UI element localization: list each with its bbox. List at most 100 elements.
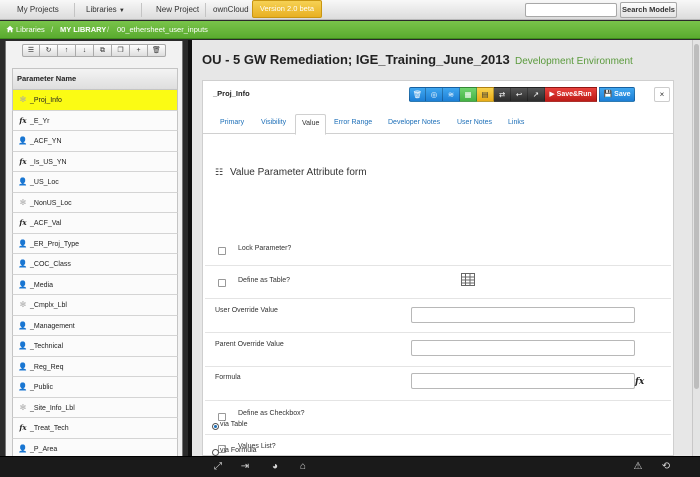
breadcrumb-separator: / — [51, 25, 54, 34]
list-item[interactable]: ✻ _NonUS_Loc — [12, 192, 178, 213]
list-item-label: _Site_Info_Lbl — [30, 404, 75, 412]
panel-title: _Proj_Info — [213, 89, 250, 98]
page-scrollbar[interactable] — [692, 40, 700, 456]
list-item[interactable]: 👤 _Public — [12, 377, 178, 398]
tab-visibility[interactable]: Visibility — [261, 114, 286, 134]
formula-editor-icon[interactable]: fx — [635, 377, 644, 387]
nav-my-projects[interactable]: My Projects — [17, 0, 59, 20]
tab-primary[interactable]: Primary — [220, 114, 244, 134]
home-icon[interactable] — [6, 21, 14, 39]
list-item-label: _ACF_YN — [30, 138, 62, 145]
trash-icon[interactable]: 🗑 — [409, 87, 426, 102]
nav-new-project[interactable]: New Project — [156, 0, 199, 20]
list-item[interactable]: 👤 _Technical — [12, 336, 178, 357]
parameter-name-header[interactable]: Parameter Name — [12, 68, 178, 90]
user-icon: 👤 — [18, 238, 28, 248]
list-item[interactable]: 👤 _Media — [12, 274, 178, 295]
table-editor-icon[interactable] — [461, 273, 475, 288]
undo-icon[interactable]: ↩ — [511, 87, 528, 102]
gear-icon: ✻ — [19, 402, 27, 412]
list-icon[interactable]: ☰ — [22, 44, 40, 57]
search-models-input[interactable] — [525, 3, 617, 17]
copy-icon[interactable]: ⧉ — [94, 44, 112, 57]
page-title: OU - 5 GW Remediation; IGE_Training_June… — [202, 52, 510, 67]
save-button[interactable]: 💾 Save — [599, 87, 635, 102]
parameter-form-panel: _Proj_Info 🗑 ◎ ≋ ▦ ▤ ⇄ ↩ ↗ ▶ Save&Run 💾 … — [202, 80, 674, 456]
list-item[interactable]: 👤 _ACF_YN — [12, 131, 178, 152]
list-item-label: _ACF_Val — [30, 220, 62, 227]
parameter-sidebar: ☰ ↻ ↑ ↓ ⧉ ❐ + 🗑 Parameter Name ✻ _Proj_In… — [0, 40, 188, 456]
action-toolbar: 🗑 ◎ ≋ ▦ ▤ ⇄ ↩ ↗ ▶ Save&Run 💾 Save — [409, 87, 635, 102]
formula-icon: fx — [19, 115, 27, 125]
table-icon[interactable]: ▦ — [460, 87, 477, 102]
warning-icon[interactable]: ⚠ — [629, 459, 647, 475]
parent-override-row: Parent Override Value — [205, 333, 671, 367]
refresh-icon[interactable]: ↻ — [40, 44, 58, 57]
save-and-run-button[interactable]: ▶ Save&Run — [545, 87, 597, 102]
list-item[interactable]: ✻ _Proj_Info — [12, 90, 178, 111]
breadcrumb: Libraries / MY LIBRARY / 00_ethersheet_u… — [0, 21, 700, 39]
list-item-label: _Management — [30, 322, 75, 330]
play-icon: ▶ — [549, 91, 555, 98]
list-item[interactable]: fx _Treat_Tech — [12, 418, 178, 439]
close-button[interactable]: × — [654, 87, 670, 102]
list-item-label: _Cmplx_Lbl — [30, 302, 67, 309]
breadcrumb-libraries[interactable]: Libraries — [16, 21, 45, 39]
top-navbar: My Projects Libraries ▼ New Project ownC… — [0, 0, 700, 20]
user-override-input[interactable] — [411, 307, 635, 323]
add-icon[interactable]: + — [130, 44, 148, 57]
list-item[interactable]: ✻ _Cmplx_Lbl — [12, 295, 178, 316]
grid-icon[interactable]: ▤ — [477, 87, 494, 102]
breadcrumb-my-library[interactable]: MY LIBRARY — [60, 21, 106, 39]
list-item[interactable]: 👤 _US_Loc — [12, 172, 178, 193]
via-table-radio[interactable] — [212, 423, 219, 430]
tab-user-notes[interactable]: User Notes — [457, 114, 492, 134]
scrollbar-thumb[interactable] — [694, 44, 699, 389]
list-item[interactable]: 👤 _P_Area — [12, 438, 178, 456]
nav-owncloud[interactable]: ownCloud — [213, 0, 249, 20]
define-checkbox-checkbox[interactable] — [218, 413, 226, 421]
parameter-panel: ☰ ↻ ↑ ↓ ⧉ ❐ + 🗑 Parameter Name ✻ _Proj_In… — [5, 41, 183, 456]
via-formula-label: via Formula — [220, 447, 257, 454]
list-item[interactable]: 👤 _COC_Class — [12, 254, 178, 275]
delete-icon[interactable]: 🗑 — [148, 44, 166, 57]
search-models-button[interactable]: Search Models — [620, 2, 677, 18]
gear-icon: ✻ — [19, 300, 27, 309]
arrow-up-icon[interactable]: ↑ — [58, 44, 76, 57]
list-item-label: _Media — [30, 281, 53, 289]
duplicate-icon[interactable]: ❐ — [112, 44, 130, 57]
list-item[interactable]: fx _ACF_Val — [12, 213, 178, 234]
globe-icon[interactable]: ◎ — [426, 87, 443, 102]
list-item[interactable]: 👤 _Management — [12, 315, 178, 336]
export-icon[interactable]: ↗ — [528, 87, 545, 102]
list-item[interactable]: 👤 _Reg_Req — [12, 356, 178, 377]
list-item-label: _Technical — [30, 343, 64, 350]
tab-developer-notes[interactable]: Developer Notes — [388, 114, 440, 134]
formula-input[interactable] — [411, 373, 635, 389]
list-item[interactable]: ✻ _Site_Info_Lbl — [12, 397, 178, 418]
caret-down-icon: ▼ — [118, 8, 125, 14]
swap-icon[interactable]: ⇄ — [494, 87, 511, 102]
lock-parameter-checkbox[interactable] — [218, 247, 226, 255]
list-item[interactable]: fx _Is_US_YN — [12, 151, 178, 172]
login-icon[interactable]: ⇥ — [236, 459, 254, 475]
list-item[interactable]: 👤 _ER_Proj_Type — [12, 233, 178, 254]
save-icon: 💾 — [603, 91, 613, 98]
define-table-checkbox[interactable] — [218, 279, 226, 287]
tab-value[interactable]: Value — [295, 114, 327, 135]
user-override-label: User Override Value — [215, 307, 278, 314]
expand-icon[interactable]: ⤢ — [209, 459, 227, 475]
palette-icon[interactable]: ◕ — [266, 459, 284, 475]
nav-libraries-dropdown[interactable]: Libraries ▼ — [86, 0, 125, 20]
home-icon[interactable]: ⌂ — [294, 459, 312, 475]
arrow-down-icon[interactable]: ↓ — [76, 44, 94, 57]
tab-error-range[interactable]: Error Range — [334, 114, 372, 134]
formula-row: Formula fx — [205, 367, 671, 401]
via-formula-radio[interactable] — [212, 449, 219, 456]
logout-icon[interactable]: ⟲ — [657, 459, 675, 475]
breadcrumb-current: 00_ethersheet_user_inputs — [117, 25, 208, 34]
tab-links[interactable]: Links — [508, 114, 524, 134]
parent-override-input[interactable] — [411, 340, 635, 356]
database-icon[interactable]: ≋ — [443, 87, 460, 102]
list-item[interactable]: fx _E_Yr — [12, 110, 178, 131]
